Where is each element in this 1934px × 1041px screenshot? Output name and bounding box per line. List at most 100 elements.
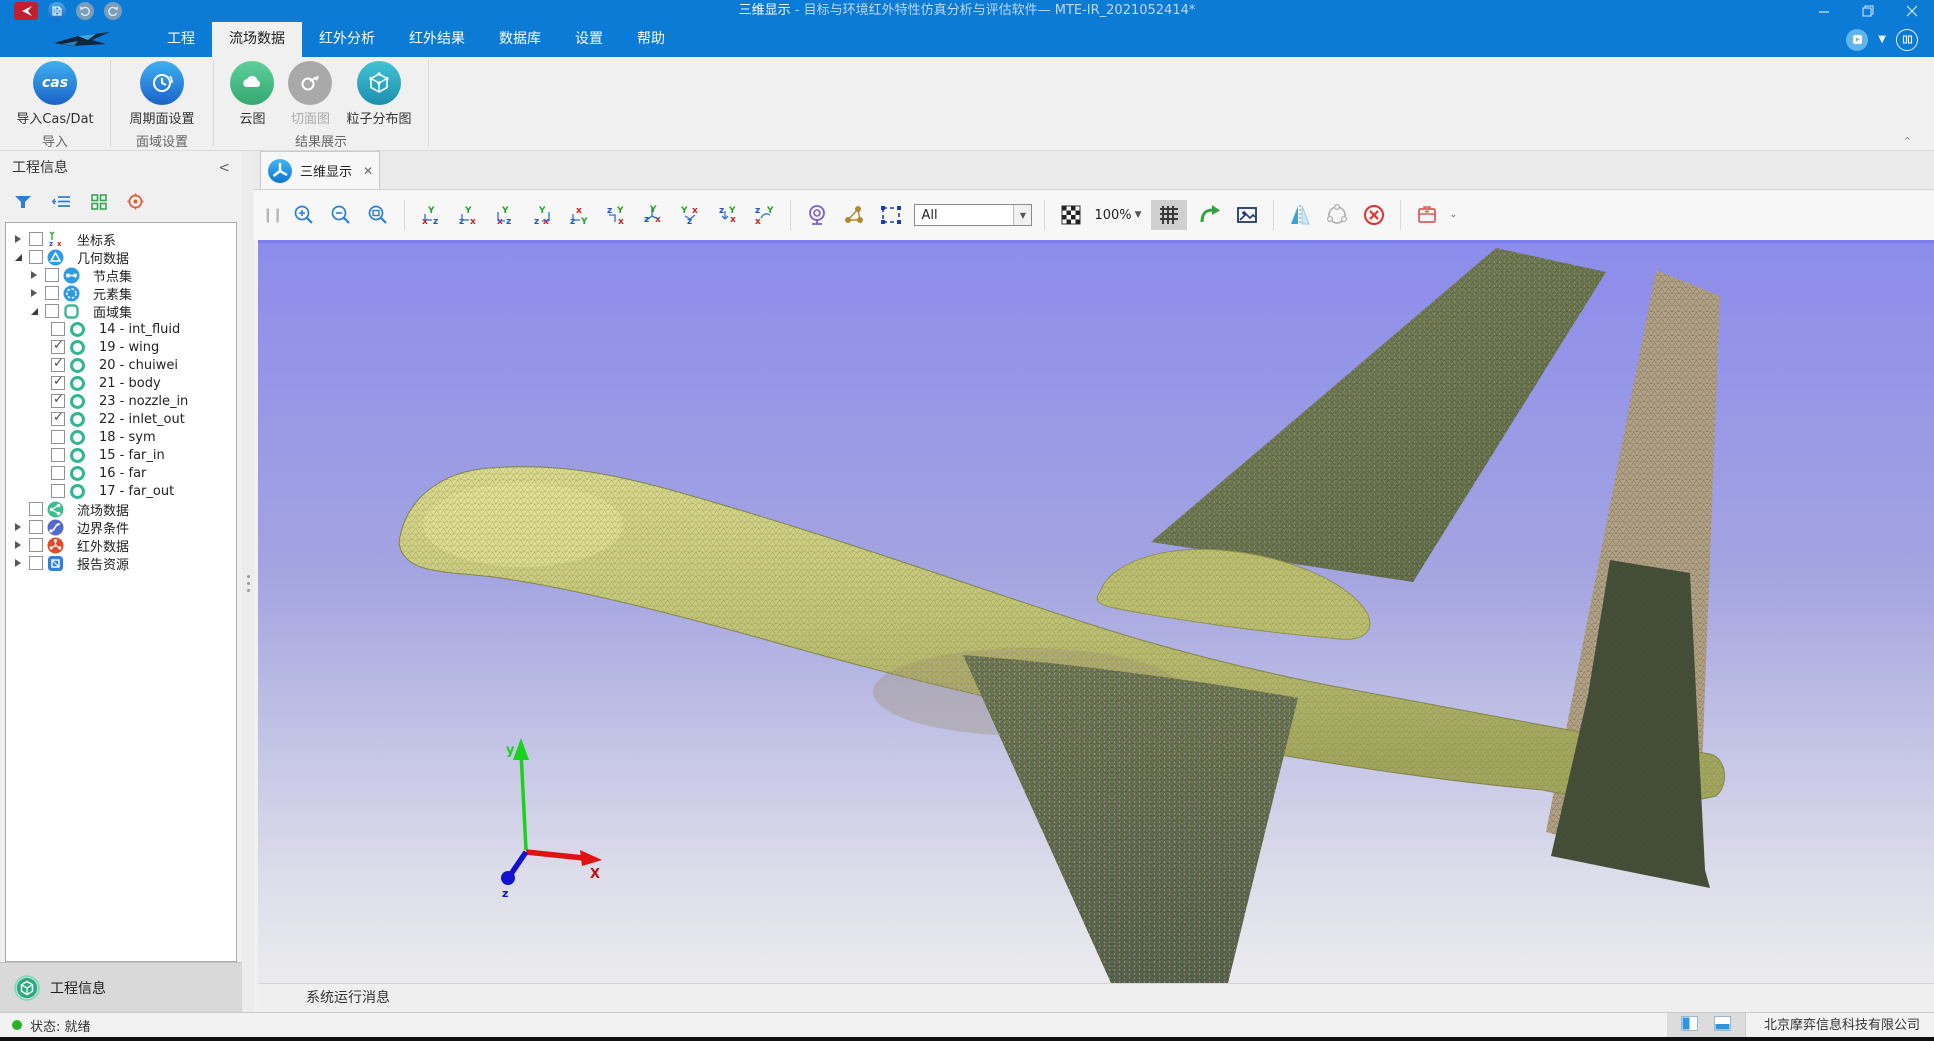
expand-arrow-icon[interactable]: [11, 559, 25, 567]
tree-item-surface-inlet_out[interactable]: 22 - inlet_out: [6, 410, 236, 428]
expand-arrow-icon[interactable]: [11, 541, 25, 549]
tab-3d-display[interactable]: 三维显示 ✕: [260, 151, 380, 189]
save-icon[interactable]: [48, 2, 66, 20]
periodic-face-settings-button[interactable]: 周期面设置: [129, 61, 194, 130]
locate-icon[interactable]: [127, 193, 144, 214]
view-front-icon[interactable]: Yxz: [417, 200, 445, 230]
import-cas-dat-button[interactable]: cas 导入Cas/Dat: [16, 61, 93, 130]
mirror-icon[interactable]: [1286, 200, 1314, 230]
view-right-icon[interactable]: Yzx: [528, 200, 556, 230]
visibility-checkbox[interactable]: [29, 520, 43, 534]
tree-item-surface-sym[interactable]: 18 - sym: [6, 428, 236, 446]
tree-item-node-set[interactable]: 节点集: [6, 266, 236, 284]
visibility-checkbox[interactable]: [51, 412, 65, 426]
view-left-icon[interactable]: Yxz: [491, 200, 519, 230]
visibility-checkbox[interactable]: [51, 394, 65, 408]
tree-item-surface-far_out[interactable]: 17 - far_out: [6, 482, 236, 500]
ribbon-collapse-icon[interactable]: ⌃: [1903, 135, 1912, 148]
help-book-icon[interactable]: [1896, 29, 1918, 51]
minimize-button[interactable]: [1802, 0, 1846, 22]
viewport-3d[interactable]: y X z: [258, 240, 1934, 983]
style-switch-icon[interactable]: [1846, 29, 1868, 51]
tree-item-surface-far[interactable]: 16 - far: [6, 464, 236, 482]
tree-item-geometry-data[interactable]: 几何数据: [6, 248, 236, 266]
view-top-icon[interactable]: xzY: [565, 200, 593, 230]
visibility-checkbox[interactable]: [45, 304, 59, 318]
visibility-checkbox[interactable]: [45, 268, 59, 282]
visibility-checkbox[interactable]: [29, 250, 43, 264]
view-bottom-icon[interactable]: zYx: [602, 200, 630, 230]
box-select-icon[interactable]: [877, 200, 905, 230]
view-iso3-icon[interactable]: zxY: [713, 200, 741, 230]
tree-item-surface-chuiwei[interactable]: 20 - chuiwei: [6, 356, 236, 374]
tree-item-surface-far_in[interactable]: 15 - far_in: [6, 446, 236, 464]
menu-item-help[interactable]: 帮助: [620, 22, 682, 57]
toolbar-grip[interactable]: ❙❙: [262, 207, 281, 223]
menu-item-flowfield-data[interactable]: 流场数据: [212, 22, 302, 57]
camera-icon[interactable]: [803, 200, 831, 230]
node-display-icon[interactable]: [840, 200, 868, 230]
visibility-checkbox[interactable]: [45, 286, 59, 300]
visibility-checkbox[interactable]: [29, 232, 43, 246]
panel-bottom-icon[interactable]: [1714, 1016, 1731, 1035]
tree-item-coordinate-system[interactable]: zx 坐标系: [6, 230, 236, 248]
redo-icon[interactable]: [104, 2, 122, 20]
snapshot-icon[interactable]: [1233, 200, 1261, 230]
close-button[interactable]: [1890, 0, 1934, 22]
visibility-checkbox[interactable]: [51, 358, 65, 372]
tree-item-boundary-conditions[interactable]: 边界条件: [6, 518, 236, 536]
filter-icon[interactable]: [14, 194, 32, 214]
visibility-checkbox[interactable]: [51, 430, 65, 444]
section-box-icon[interactable]: [1413, 200, 1441, 230]
tree-item-flow-data[interactable]: 流场数据: [6, 500, 236, 518]
panel-splitter[interactable]: [242, 151, 254, 1012]
expand-arrow-icon[interactable]: [27, 271, 41, 279]
visibility-checkbox[interactable]: [29, 538, 43, 552]
project-info-bottom-tab[interactable]: 工程信息: [0, 962, 242, 1012]
smooth-mesh-icon[interactable]: [1323, 200, 1351, 230]
tree-item-surface-body[interactable]: 21 - body: [6, 374, 236, 392]
particle-distribution-button[interactable]: 粒子分布图: [346, 61, 411, 130]
visibility-checkbox[interactable]: [29, 502, 43, 516]
view-iso4-icon[interactable]: zxY: [750, 200, 778, 230]
tree-item-face-set[interactable]: 面域集: [6, 302, 236, 320]
outline-list-icon[interactable]: [52, 194, 71, 213]
menu-item-infrared-analysis[interactable]: 红外分析: [302, 22, 392, 57]
expand-arrow-icon[interactable]: [27, 308, 41, 315]
dropdown-caret-icon[interactable]: ▼: [1878, 34, 1886, 45]
display-filter-select[interactable]: All ▼: [914, 204, 1032, 226]
tree-item-report-resources[interactable]: 报告资源: [6, 554, 236, 572]
menu-item-settings[interactable]: 设置: [558, 22, 620, 57]
zoom-out-icon[interactable]: [327, 200, 355, 230]
tree-item-surface-nozzle_in[interactable]: 23 - nozzle_in: [6, 392, 236, 410]
zoom-fit-icon[interactable]: [364, 200, 392, 230]
view-iso2-icon[interactable]: Yxz: [676, 200, 704, 230]
remove-icon[interactable]: [1360, 200, 1388, 230]
grid-icon[interactable]: [91, 194, 107, 214]
export-arrow-icon[interactable]: [1196, 200, 1224, 230]
opacity-checker-icon[interactable]: [1057, 200, 1085, 230]
tree-item-element-set[interactable]: 元素集: [6, 284, 236, 302]
expand-arrow-icon[interactable]: [11, 523, 25, 531]
visibility-checkbox[interactable]: [51, 466, 65, 480]
contour-plot-button[interactable]: 云图: [230, 61, 274, 130]
combo-arrow-icon[interactable]: ▼: [1013, 205, 1031, 225]
app-icon[interactable]: [14, 2, 38, 20]
tree-item-surface-wing[interactable]: 19 - wing: [6, 338, 236, 356]
tree-item-surface-int_fluid[interactable]: 14 - int_fluid: [6, 320, 236, 338]
visibility-checkbox[interactable]: [51, 340, 65, 354]
opacity-dropdown[interactable]: 100%▼: [1094, 208, 1141, 223]
panel-left-icon[interactable]: [1681, 1016, 1698, 1035]
panel-collapse-icon[interactable]: <: [218, 151, 230, 185]
visibility-checkbox[interactable]: [51, 484, 65, 498]
expand-arrow-icon[interactable]: [11, 235, 25, 243]
expand-arrow-icon[interactable]: [11, 254, 25, 261]
menu-item-database[interactable]: 数据库: [482, 22, 558, 57]
menu-item-infrared-results[interactable]: 红外结果: [392, 22, 482, 57]
view-back-icon[interactable]: Yzx: [454, 200, 482, 230]
tab-close-icon[interactable]: ✕: [363, 164, 373, 178]
visibility-checkbox[interactable]: [51, 322, 65, 336]
zoom-in-icon[interactable]: [290, 200, 318, 230]
restore-button[interactable]: [1846, 0, 1890, 22]
menu-item-project[interactable]: 工程: [150, 22, 212, 57]
